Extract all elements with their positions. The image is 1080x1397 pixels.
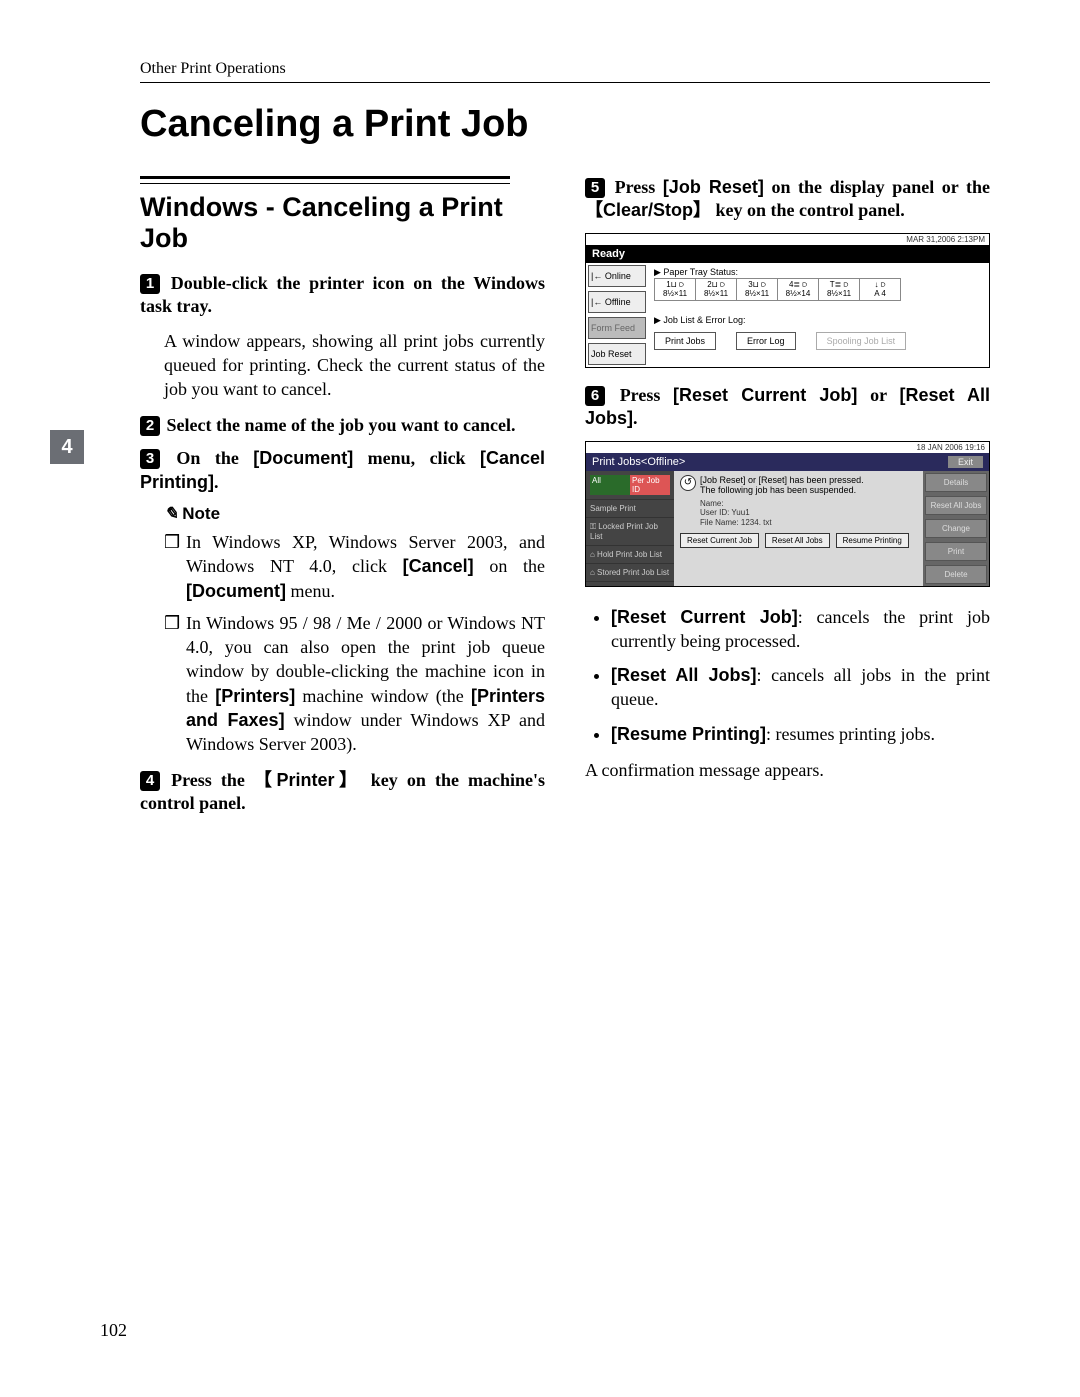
mock1-formfeed-button: Form Feed — [588, 317, 646, 339]
step-3-doc: [Document] — [253, 448, 353, 468]
step-1-body: A window appears, showing all print jobs… — [164, 329, 545, 402]
chapter-tab: 4 — [50, 430, 84, 464]
mock2-det-user: User ID: Yuu1 — [700, 508, 917, 518]
step-2-text: Select the name of the job you want to c… — [167, 415, 516, 435]
mock2-title: Print Jobs<Offline> — [592, 456, 685, 468]
mock1-tray-label: Paper Tray Status: — [654, 267, 738, 277]
step-4-pre: Press the — [171, 770, 254, 790]
step-6: 6 Press [Reset Current Job] or [Reset Al… — [585, 384, 990, 431]
mock2-date: 18 JAN 2006 19:16 — [586, 442, 989, 453]
note-a-mid: on the — [474, 556, 545, 576]
info-icon: ↺ — [680, 475, 696, 491]
mock2-item-locked: ⚿ Locked Print Job List — [586, 518, 674, 546]
step-1-text: Double-click the printer icon on the Win… — [140, 273, 545, 316]
step-5-pre: Press — [615, 177, 663, 197]
page-title: Canceling a Print Job — [140, 103, 990, 146]
step-4: 4 Press the 【Printer】 key on the machine… — [140, 769, 545, 816]
mock1-printjobs-button: Print Jobs — [654, 332, 716, 350]
mock2-exit-button: Exit — [948, 456, 983, 468]
mock1-joblist-label: Job List & Error Log: — [654, 315, 983, 326]
mock2-msg2: The following job has been suspended. — [700, 485, 864, 495]
step-badge-5: 5 — [585, 178, 605, 198]
mock1-errorlog-button: Error Log — [736, 332, 796, 350]
step-badge-6: 6 — [585, 386, 605, 406]
mock1-tray: 1⊔ ⫐8½×11 — [655, 279, 696, 301]
mock2-det-name: Name: — [700, 499, 917, 509]
step-4-key: 【Printer】 — [254, 770, 362, 790]
mock2-item-sample: Sample Print — [586, 500, 674, 518]
mock1-trays: 1⊔ ⫐8½×112⊔ ⫐8½×113⊔ ⫐8½×114≣ ⫐8½×14T≣ ⫐… — [654, 278, 901, 302]
step-badge-3: 3 — [140, 449, 160, 469]
mock1-tray: ↓ ⫐A 4 — [860, 279, 900, 301]
bullet-resume: [Resume Printing]: resumes printing jobs… — [611, 722, 990, 746]
rule-section — [140, 176, 510, 184]
mock2-right-print: Print — [925, 542, 987, 561]
b1-lead: [Reset Current Job] — [611, 607, 798, 627]
step-1: 1 Double-click the printer icon on the W… — [140, 272, 545, 319]
reset-dialog-screenshot: 18 JAN 2006 19:16 Print Jobs<Offline> Ex… — [585, 441, 990, 587]
section-heading: Windows - Canceling a Print Job — [140, 192, 545, 254]
mock2-reset-current-button: Reset Current Job — [680, 533, 759, 548]
step-6-rcj: [Reset Current Job] — [673, 385, 857, 405]
note-heading: Note — [164, 504, 545, 524]
step-badge-4: 4 — [140, 771, 160, 791]
confirm-msg: A confirmation message appears. — [585, 758, 990, 782]
step-badge-2: 2 — [140, 416, 160, 436]
step-3-pre: On the — [176, 448, 253, 468]
rule-top — [140, 82, 990, 83]
note-a-cancel: [Cancel] — [403, 556, 474, 576]
mock2-right-details: Details — [925, 473, 987, 492]
mock2-item-hold: ⌂ Hold Print Job List — [586, 546, 674, 564]
running-head: Other Print Operations — [140, 60, 990, 78]
mock2-reset-all-button: Reset All Jobs — [765, 533, 830, 548]
mock1-ready: Ready — [586, 245, 989, 263]
step-3-post: . — [214, 472, 219, 492]
mock1-offline-button: |← Offline — [588, 291, 646, 313]
mock2-resume-button: Resume Printing — [836, 533, 909, 548]
step-badge-1: 1 — [140, 274, 160, 294]
step-3: 3 On the [Document] menu, click [Cancel … — [140, 447, 545, 494]
step-6-mid: or — [857, 385, 899, 405]
step-6-post: . — [633, 408, 638, 428]
mock2-tab-all: All — [590, 475, 630, 495]
b3-lead: [Resume Printing] — [611, 724, 766, 744]
step-5-key: 【Clear/Stop】 — [585, 200, 711, 220]
note-a-doc: [Document] — [186, 581, 286, 601]
mock1-tray: 4≣ ⫐8½×14 — [778, 279, 819, 301]
note-item-b: In Windows 95 / 98 / Me / 2000 or Window… — [164, 611, 545, 757]
mock2-right-resetall: Reset All Jobs — [925, 496, 987, 515]
mock1-tray: 3⊔ ⫐8½×11 — [737, 279, 778, 301]
note-item-a: In Windows XP, Windows Server 2003, and … — [164, 530, 545, 603]
mock2-right-change: Change — [925, 519, 987, 538]
mock2-item-stored: ⌂ Stored Print Job List — [586, 564, 674, 582]
mock2-tab-perjob: Per Job ID — [630, 475, 670, 495]
note-a-post: menu. — [286, 581, 335, 601]
mock1-online-button: |← Online — [588, 265, 646, 287]
bullet-reset-current: [Reset Current Job]: cancels the print j… — [611, 605, 990, 654]
step-5-post: key on the control panel. — [711, 200, 905, 220]
mock2-right-delete: Delete — [925, 565, 987, 584]
b2-lead: [Reset All Jobs] — [611, 665, 757, 685]
bullet-reset-all: [Reset All Jobs]: cancels all jobs in th… — [611, 663, 990, 712]
b3-text: : resumes printing jobs. — [766, 724, 935, 744]
mock2-msg1: [Job Reset] or [Reset] has been pressed. — [700, 475, 864, 485]
note-b-printers: [Printers] — [215, 686, 295, 706]
step-5-mid: on the display panel or the — [764, 177, 990, 197]
note-b-mid: machine window (the — [295, 686, 471, 706]
mock1-jobreset-button: Job Reset — [588, 343, 646, 365]
step-6-pre: Press — [620, 385, 673, 405]
step-3-mid: menu, click — [353, 448, 480, 468]
step-5-jobreset: [Job Reset] — [663, 177, 764, 197]
mock2-det-file: File Name: 1234. txt — [700, 518, 917, 528]
mock1-tray: 2⊔ ⫐8½×11 — [696, 279, 737, 301]
step-2: 2 Select the name of the job you want to… — [140, 414, 545, 437]
printer-display-screenshot: MAR 31,2006 2:13PM Ready |← Online |← Of… — [585, 233, 990, 368]
mock1-spooling-button: Spooling Job List — [816, 332, 907, 350]
mock1-date: MAR 31,2006 2:13PM — [586, 234, 989, 245]
step-5: 5 Press [Job Reset] on the display panel… — [585, 176, 990, 223]
mock1-tray: T≣ ⫐8½×11 — [819, 279, 860, 301]
page-number: 102 — [100, 1320, 127, 1341]
